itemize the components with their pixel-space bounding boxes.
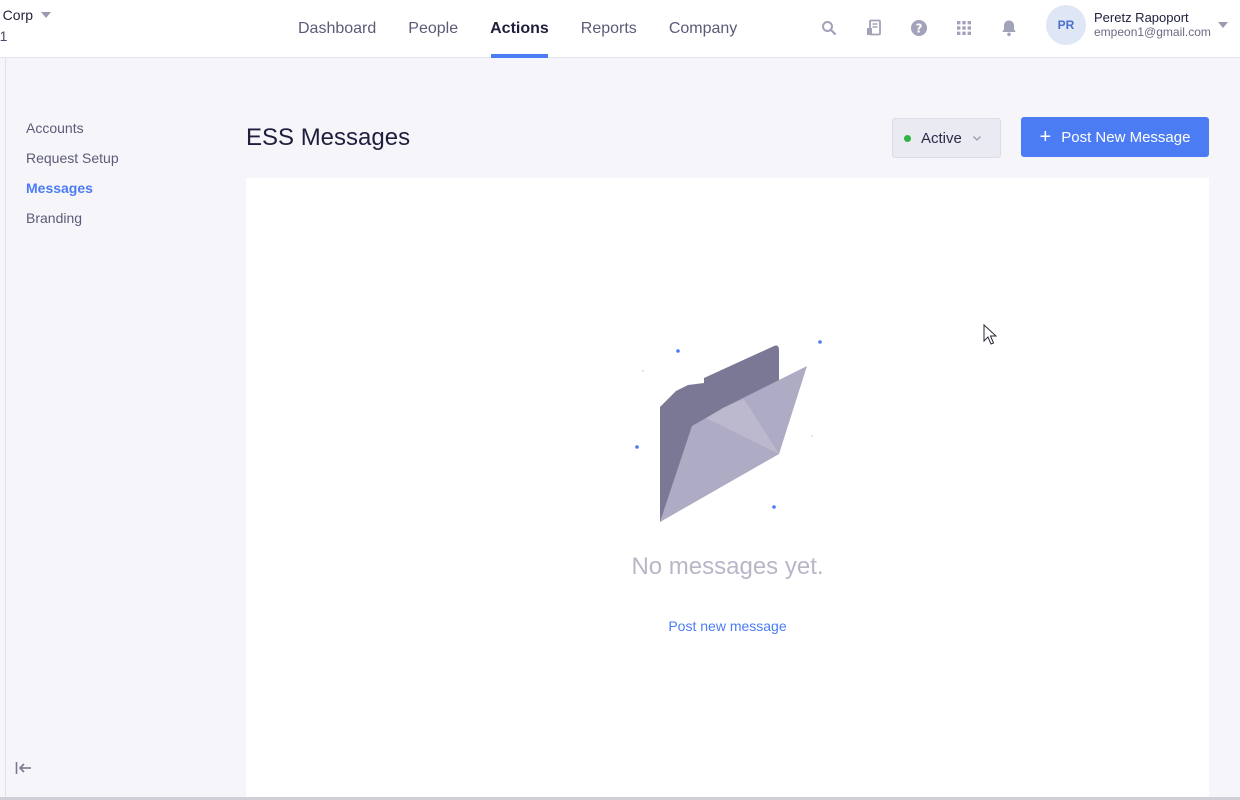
main-nav: Dashboard People Actions Reports Company xyxy=(282,0,753,58)
rail-divider xyxy=(5,58,6,800)
nav-company[interactable]: Company xyxy=(653,0,753,58)
avatar: PR xyxy=(1046,5,1086,45)
post-new-message-label: Post New Message xyxy=(1061,128,1191,146)
caret-down-icon xyxy=(41,12,52,18)
caret-down-icon xyxy=(1218,22,1228,28)
sidebar-item-accounts[interactable]: Accounts xyxy=(26,118,119,148)
mouse-pointer-icon xyxy=(983,324,997,345)
user-email: empeon1@gmail.com xyxy=(1094,25,1211,39)
messages-panel: No messages yet. Post new message xyxy=(246,178,1209,800)
post-new-message-link[interactable]: Post new message xyxy=(246,618,1209,634)
status-filter-select[interactable]: Active xyxy=(892,118,1001,158)
sidebar-item-messages[interactable]: Messages xyxy=(26,178,119,208)
nav-people[interactable]: People xyxy=(392,0,474,58)
page-title: ESS Messages xyxy=(246,124,411,151)
plus-icon: + xyxy=(1039,126,1052,148)
toolbar: ? xyxy=(812,11,1037,44)
help-icon[interactable]: ? xyxy=(902,11,935,44)
empty-state-text: No messages yet. xyxy=(631,553,824,580)
sidebar-item-branding[interactable]: Branding xyxy=(26,208,119,238)
status-dot xyxy=(904,134,911,142)
chevron-down-icon xyxy=(972,129,982,147)
post-new-message-button[interactable]: + Post New Message xyxy=(1021,117,1209,157)
sidebar: Accounts Request Setup Messages Branding xyxy=(26,118,119,238)
nav-reports[interactable]: Reports xyxy=(565,0,653,58)
apps-grid-icon[interactable] xyxy=(947,11,980,44)
search-icon[interactable] xyxy=(812,11,845,44)
user-menu[interactable]: PR Peretz Rapoport empeon1@gmail.com xyxy=(1046,5,1228,45)
user-name: Peretz Rapoport xyxy=(1094,10,1189,25)
top-bar: ny Corp 001 Dashboard People Actions Rep… xyxy=(0,0,1240,58)
svg-text:?: ? xyxy=(915,21,922,35)
nav-dashboard[interactable]: Dashboard xyxy=(282,0,392,58)
status-label: Active xyxy=(921,129,962,147)
collapse-sidebar-icon[interactable] xyxy=(14,760,36,778)
company-id: 001 xyxy=(0,28,8,44)
empty-folder-illustration xyxy=(635,340,822,522)
bell-icon[interactable] xyxy=(992,11,1025,44)
sidebar-item-request-setup[interactable]: Request Setup xyxy=(26,148,119,178)
report-icon[interactable] xyxy=(857,11,890,44)
nav-actions[interactable]: Actions xyxy=(474,0,565,58)
company-switcher[interactable]: ny Corp 001 xyxy=(0,6,52,44)
company-name: ny Corp xyxy=(0,7,34,23)
